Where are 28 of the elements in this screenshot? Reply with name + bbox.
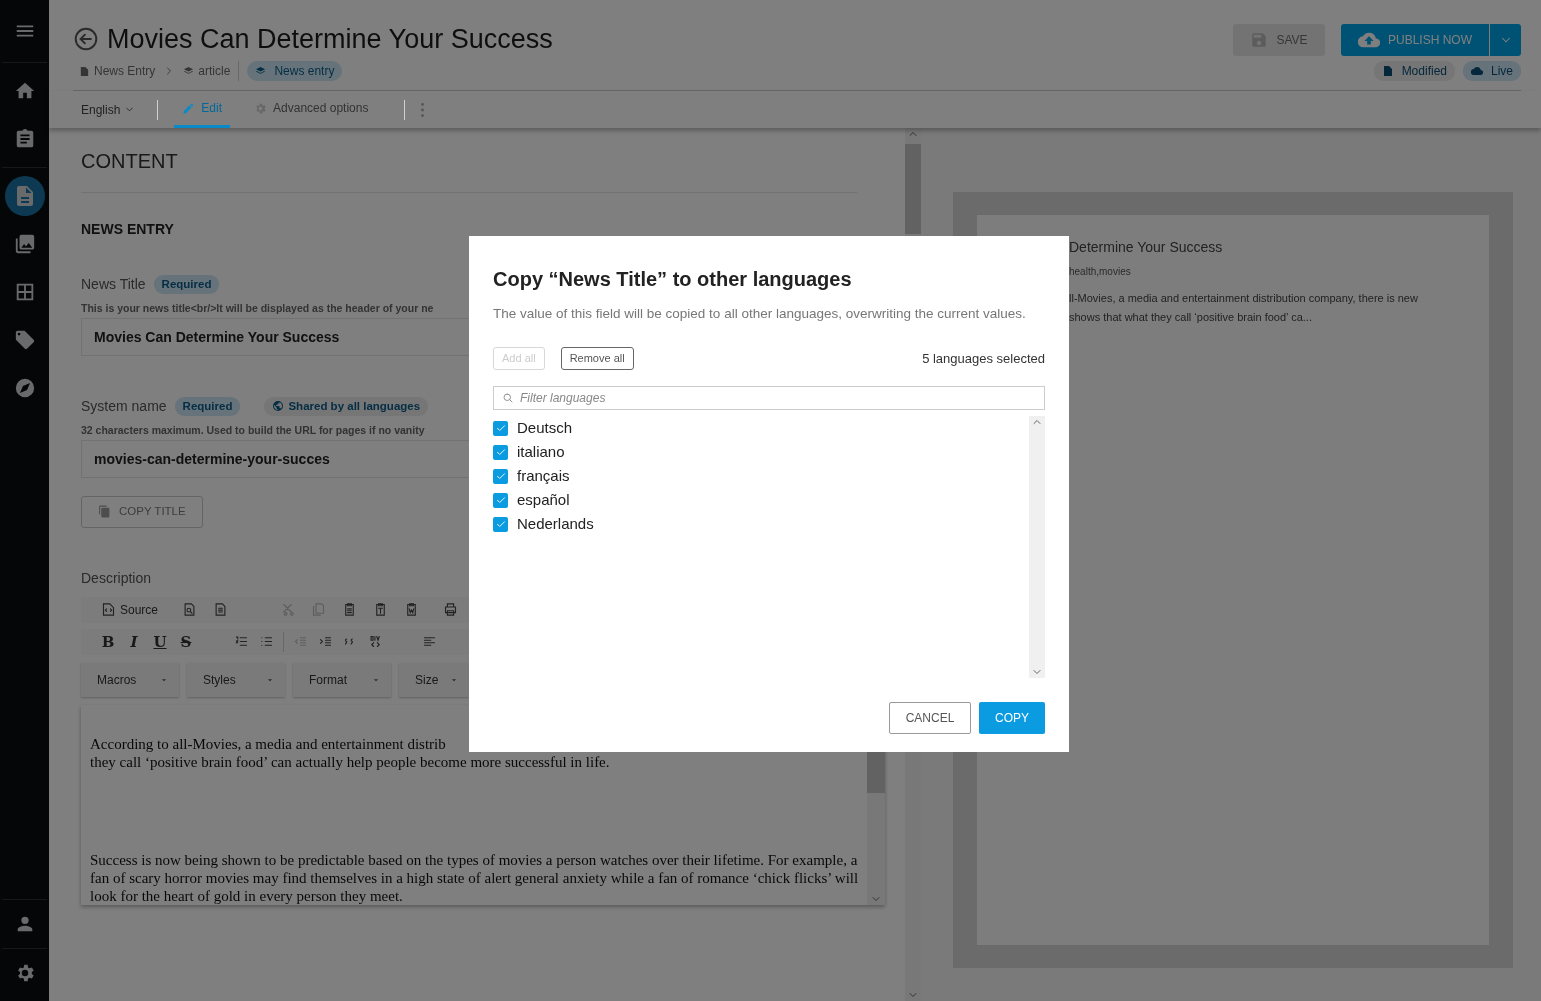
field-label: Description [81,568,153,588]
status-badge: Modified [1373,61,1455,81]
language-label: Deutsch [517,417,573,438]
section-subheading: NEWS ENTRY [81,220,175,239]
language-label: italiano [517,441,565,462]
preview-tags: health,movies [1069,264,1485,279]
shared-badge: Shared by all languages [264,396,429,416]
required-badge: Required [174,396,241,416]
field-label: News Title [81,275,146,294]
preview-excerpt: shows that what they call ‘positive brain food’ ca... [1069,310,1312,325]
field-label: System name [81,396,167,416]
language-label: español [517,489,570,510]
language-label: Nederlands [517,513,594,534]
preview-title: Determine Your Success [1069,238,1224,257]
dialog-title: Copy “News Title” to other languages [493,267,853,292]
field-help-text: 32 characters maximum. Used to build the URL for pages if no vanity [81,422,425,438]
field-help-text: This is your news title<br/>It will be displayed as the header of your ne [81,301,434,316]
selected-count: 5 languages selected [922,349,1045,368]
section-heading: CONTENT [81,146,857,193]
language-label: français [517,465,570,486]
content-type-badge: News entry [247,61,343,81]
preview-excerpt: ll-Movies, a media and entertainment distribution company, there is new [1069,291,1418,306]
status-badge: Live [1463,61,1521,81]
paragraph-text: they call ‘positive brain food’ can actually help people become more successful in life. [90,752,610,771]
paragraph-text: According to all-Movies, a media and entertainment distrib [90,734,446,753]
page-title: Movies Can Determine Your Success [107,23,553,56]
paragraph-text: Success is now being shown to be predictable based on the types of movies a person watches over their lifetime. For example, a fan of scary horror movies may find themselves in a high state of alert general anxiety while a fan of romance ‘chick flicks’ will look for the heart of gold in every person they meet. [90,850,859,905]
required-badge: Required [153,274,220,295]
